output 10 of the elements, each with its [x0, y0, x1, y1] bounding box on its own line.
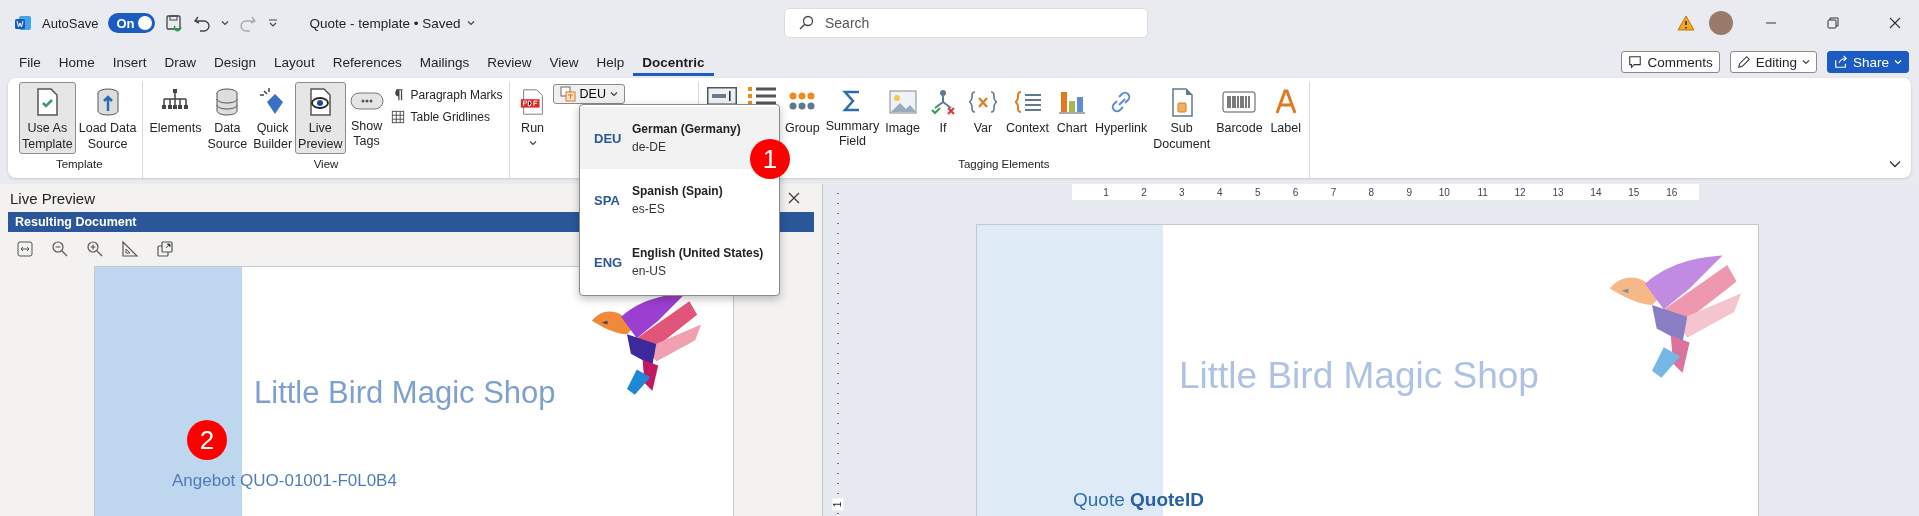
- autosave-label: AutoSave: [42, 15, 99, 31]
- shop-name: Little Bird Magic Shop: [254, 375, 556, 411]
- document-heading: Angebot QUO-01001-F0L0B4: [172, 471, 398, 491]
- callout-badge: 2: [187, 420, 227, 460]
- pane-title: Live Preview: [10, 189, 96, 207]
- group-label: View: [313, 158, 339, 170]
- group-label: Template: [55, 158, 103, 170]
- shop-name: Little Bird Magic Shop: [1179, 355, 1539, 397]
- group-label: Tagging Elements: [958, 158, 1050, 170]
- document-heading: Quote QuoteID: [1073, 489, 1205, 511]
